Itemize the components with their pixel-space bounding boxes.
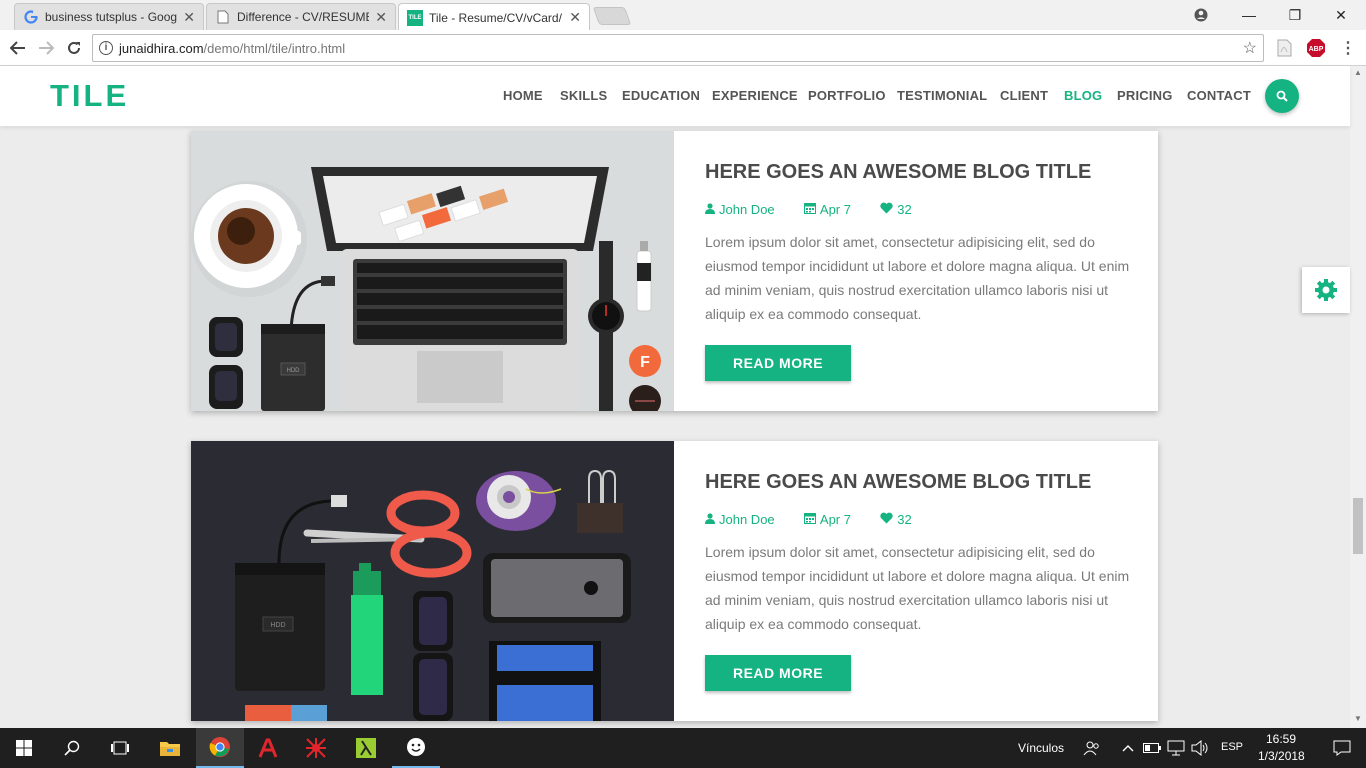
read-more-button[interactable]: READ MORE xyxy=(705,345,851,381)
post-date: Apr 7 xyxy=(819,202,851,218)
lambda-app-icon[interactable] xyxy=(342,728,390,768)
user-icon xyxy=(705,512,715,527)
blog-excerpt: Lorem ipsum dolor sit amet, consectetur … xyxy=(705,544,1130,632)
post-date: Apr 7 xyxy=(819,512,851,528)
svg-text:F: F xyxy=(640,354,650,371)
site-logo[interactable]: TILE xyxy=(50,78,129,114)
calendar-icon xyxy=(803,512,816,527)
post-likes: 32 xyxy=(897,512,912,528)
input-language[interactable]: ESP xyxy=(1221,741,1243,753)
acrobat-icon[interactable] xyxy=(244,728,292,768)
people-icon[interactable] xyxy=(1070,728,1114,768)
task-view-icon[interactable] xyxy=(96,728,144,768)
document-icon xyxy=(215,9,231,25)
windows-start-icon[interactable] xyxy=(0,728,48,768)
file-explorer-icon[interactable] xyxy=(146,728,194,768)
blog-section: HDD F HERE GOES AN AWESOME BLOG TITLE Jo… xyxy=(0,126,1350,728)
post-meta: John Doe Apr 7 32 xyxy=(705,511,912,527)
post-author[interactable]: John Doe xyxy=(719,512,775,527)
chevron-up-icon[interactable] xyxy=(1116,728,1140,768)
close-icon[interactable]: ✕ xyxy=(183,9,195,26)
forward-arrow-icon[interactable] xyxy=(36,38,56,58)
blog-excerpt: Lorem ipsum dolor sit amet, consectetur … xyxy=(705,234,1130,322)
menu-dots-icon[interactable]: ⋮ xyxy=(1338,38,1358,58)
nav-skills[interactable]: SKILLS xyxy=(560,88,607,103)
tile-favicon: TILE xyxy=(407,9,423,26)
battery-icon[interactable] xyxy=(1140,728,1164,768)
scroll-up-arrow[interactable]: ▲ xyxy=(1354,68,1362,77)
svg-text:HDD: HDD xyxy=(270,622,285,629)
blog-image-desk-items[interactable]: HDD xyxy=(191,441,674,721)
links-toolbar-label[interactable]: Vínculos xyxy=(1018,741,1064,755)
blog-title[interactable]: HERE GOES AN AWESOME BLOG TITLE xyxy=(705,161,1091,184)
browser-tab-tile[interactable]: TILE Tile - Resume/CV/vCard/ ✕ xyxy=(398,3,590,31)
nav-client[interactable]: CLIENT xyxy=(1000,88,1048,103)
nav-home[interactable]: HOME xyxy=(503,88,543,103)
settings-panel-toggle[interactable] xyxy=(1302,267,1350,313)
clock-date[interactable]: 1/3/2018 xyxy=(1258,749,1305,763)
network-icon[interactable] xyxy=(1164,728,1188,768)
notifications-icon[interactable] xyxy=(1318,728,1366,768)
windows-taskbar: Vínculos ESP 16:59 1/3/2018 xyxy=(0,728,1366,768)
scroll-down-arrow[interactable]: ▼ xyxy=(1354,714,1362,723)
blog-card: HDD HERE GOES AN AWESOME BLOG TITLE John… xyxy=(191,441,1158,721)
smiley-app-icon[interactable] xyxy=(392,728,440,768)
restore-button[interactable]: ❐ xyxy=(1272,0,1318,30)
gear-icon xyxy=(1315,279,1337,301)
blog-title[interactable]: HERE GOES AN AWESOME BLOG TITLE xyxy=(705,471,1091,494)
calendar-icon xyxy=(803,202,816,217)
tab-title: Difference - CV/RESUME xyxy=(237,10,370,24)
nav-pricing[interactable]: PRICING xyxy=(1117,88,1173,103)
nav-contact[interactable]: CONTACT xyxy=(1187,88,1251,103)
nav-experience[interactable]: EXPERIENCE xyxy=(712,88,798,103)
browser-toolbar: i junaidhira.com/demo/html/tile/intro.ht… xyxy=(0,30,1366,66)
nav-testimonial[interactable]: TESTIMONIAL xyxy=(897,88,987,103)
address-bar[interactable]: i junaidhira.com/demo/html/tile/intro.ht… xyxy=(92,34,1264,62)
spider-app-icon[interactable] xyxy=(292,728,340,768)
blog-image-laptop-desk[interactable]: HDD F xyxy=(191,131,674,411)
browser-tab-strip: business tutsplus - Goog ✕ Difference - … xyxy=(0,0,1366,31)
blog-card: HDD F HERE GOES AN AWESOME BLOG TITLE Jo… xyxy=(191,131,1158,411)
close-window-button[interactable]: ✕ xyxy=(1318,0,1364,30)
post-likes: 32 xyxy=(897,202,912,218)
heart-icon[interactable] xyxy=(880,512,893,527)
post-author[interactable]: John Doe xyxy=(719,202,775,217)
search-icon[interactable] xyxy=(48,728,96,768)
minimize-button[interactable]: — xyxy=(1226,0,1272,30)
page-scrollbar[interactable]: ▲ ▼ xyxy=(1350,66,1366,728)
heart-icon[interactable] xyxy=(880,202,893,217)
pdf-extension-icon[interactable] xyxy=(1274,38,1294,58)
reload-icon[interactable] xyxy=(64,38,84,58)
svg-text:HDD: HDD xyxy=(287,368,301,374)
nav-blog[interactable]: BLOG xyxy=(1064,88,1102,103)
scrollbar-thumb[interactable] xyxy=(1353,498,1363,554)
volume-icon[interactable] xyxy=(1188,728,1212,768)
nav-portfolio[interactable]: PORTFOLIO xyxy=(808,88,886,103)
search-button[interactable] xyxy=(1265,79,1299,113)
info-icon[interactable]: i xyxy=(99,41,113,55)
post-meta: John Doe Apr 7 32 xyxy=(705,201,912,217)
profile-icon[interactable] xyxy=(1178,0,1224,30)
browser-tab-difference[interactable]: Difference - CV/RESUME ✕ xyxy=(206,3,396,30)
site-header: TILE HOME SKILLS EDUCATION EXPERIENCE PO… xyxy=(0,66,1350,126)
back-arrow-icon[interactable] xyxy=(8,38,28,58)
browser-tab-google[interactable]: business tutsplus - Goog ✕ xyxy=(14,3,204,30)
close-icon[interactable]: ✕ xyxy=(375,9,387,26)
google-g-icon xyxy=(23,9,39,25)
bookmark-star-icon[interactable]: ☆ xyxy=(1243,38,1257,58)
new-tab-button[interactable] xyxy=(592,7,632,25)
search-icon xyxy=(1276,90,1288,102)
url-text: junaidhira.com/demo/html/tile/intro.html xyxy=(119,41,346,56)
nav-education[interactable]: EDUCATION xyxy=(622,88,700,103)
close-icon[interactable]: ✕ xyxy=(569,9,581,26)
tab-title: Tile - Resume/CV/vCard/ xyxy=(429,10,562,25)
read-more-button[interactable]: READ MORE xyxy=(705,655,851,691)
tab-title: business tutsplus - Goog xyxy=(45,10,178,24)
svg-text:ABP: ABP xyxy=(1309,46,1324,53)
user-icon xyxy=(705,202,715,217)
adblock-plus-icon[interactable]: ABP xyxy=(1306,38,1326,58)
chrome-icon[interactable] xyxy=(196,728,244,768)
clock-time[interactable]: 16:59 xyxy=(1266,732,1296,746)
